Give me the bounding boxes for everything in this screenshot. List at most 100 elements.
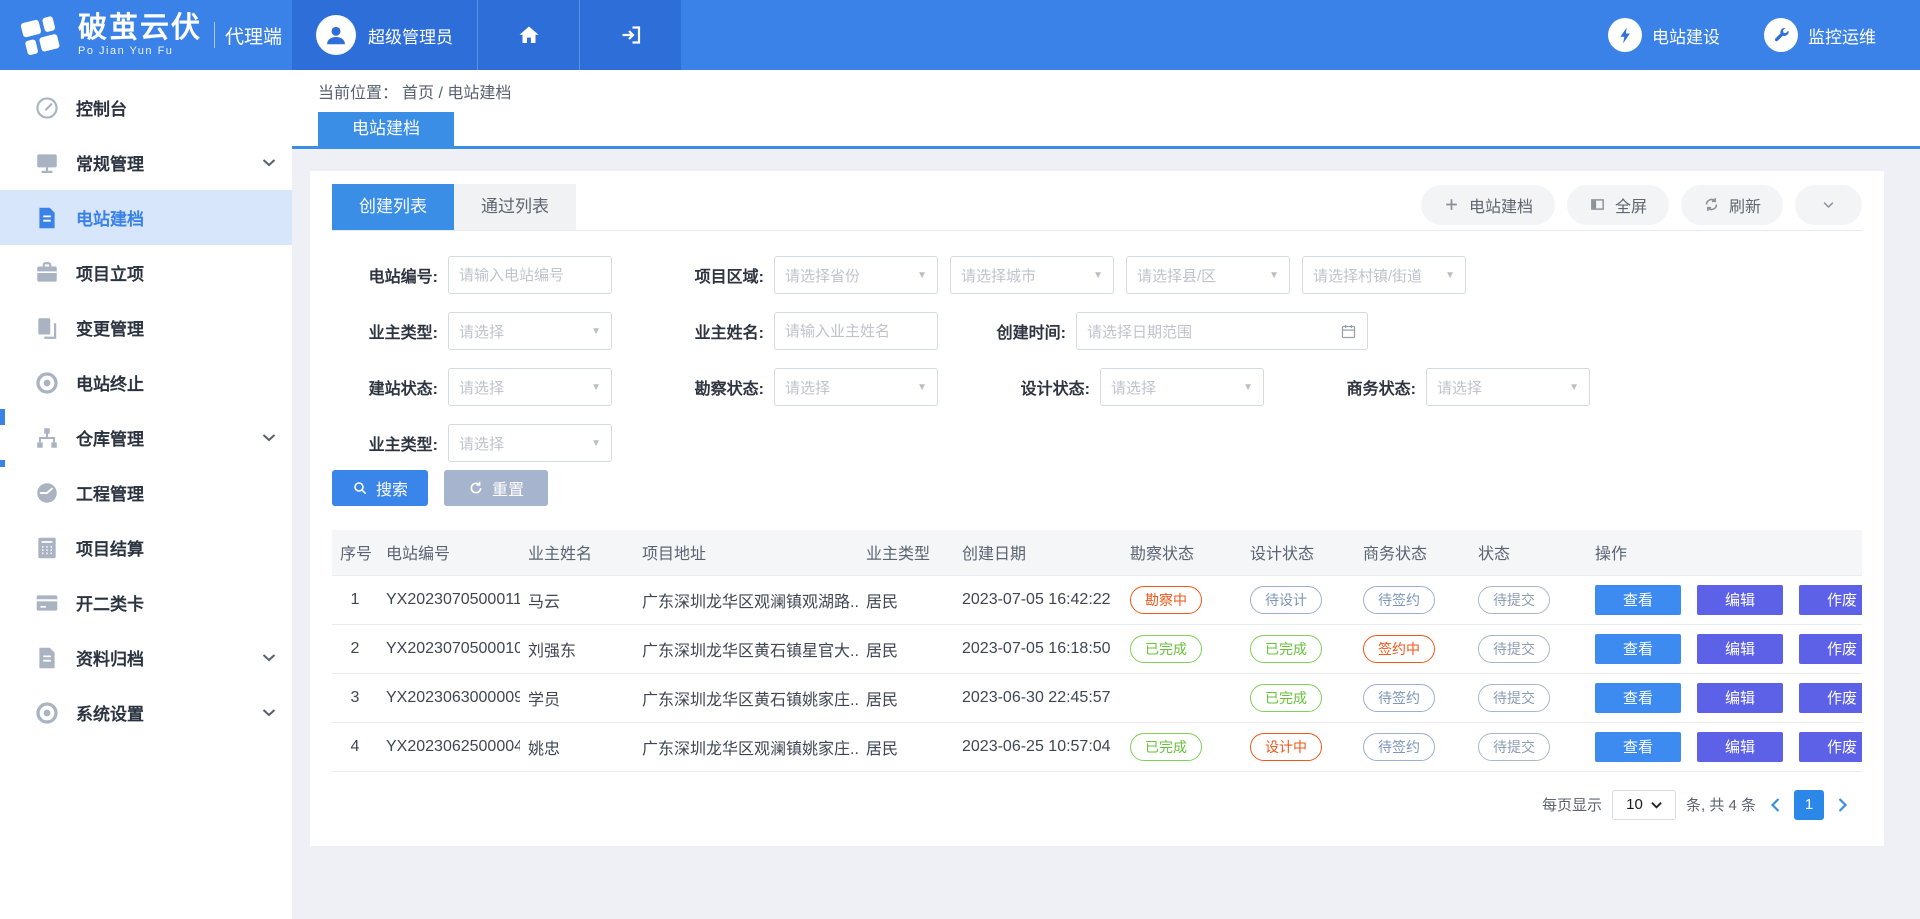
filter-row-2: 业主类型: 请选择▼ 业主姓名: 创建时间: 请选择日期范围 — [332, 312, 1862, 350]
caret-down-icon: ▼ — [1093, 270, 1103, 281]
create-station-button[interactable]: 电站建档 — [1421, 185, 1555, 225]
logo-text: 破茧云伏 Po Jian Yun Fu — [78, 13, 202, 57]
date-range-input[interactable]: 请选择日期范围 — [1076, 312, 1368, 350]
card-icon — [34, 590, 60, 616]
sidebar-item-change-management[interactable]: 变更管理 — [0, 300, 292, 355]
business-status-select[interactable]: 请选择▼ — [1426, 368, 1590, 406]
next-page-button[interactable] — [1837, 797, 1849, 813]
column-header: 勘察状态 — [1122, 530, 1242, 575]
page-tab-station-archive[interactable]: 电站建档 — [318, 112, 454, 146]
survey-status-select[interactable]: 请选择▼ — [774, 368, 938, 406]
sidebar-item-project-initiation[interactable]: 项目立项 — [0, 245, 292, 300]
station-no-input[interactable] — [448, 256, 612, 294]
filter-row-3: 建站状态: 请选择▼ 勘察状态: 请选择▼ 设计状态: 请选择▼ — [332, 368, 1862, 406]
nav-station-construction[interactable]: 电站建设 — [1608, 18, 1720, 52]
edit-button[interactable]: 编辑 — [1697, 732, 1783, 762]
user-menu[interactable]: 超级管理员 — [292, 0, 477, 70]
edit-button[interactable]: 编辑 — [1697, 634, 1783, 664]
owner-type-select[interactable]: 请选择▼ — [448, 312, 612, 350]
prev-page-button[interactable] — [1769, 797, 1781, 813]
reset-button[interactable]: 重置 — [444, 470, 548, 506]
sidebar-item-second-class-card[interactable]: 开二类卡 — [0, 575, 292, 630]
page-size-select[interactable]: 10 — [1612, 790, 1676, 820]
create-time-label: 创建时间: — [974, 319, 1066, 343]
tab-create-list[interactable]: 创建列表 — [332, 184, 454, 230]
sidebar-item-data-archive[interactable]: 资料归档 — [0, 630, 292, 685]
province-select[interactable]: 请选择省份▼ — [774, 256, 938, 294]
sidebar-item-warehouse-management[interactable]: 仓库管理 — [0, 410, 292, 465]
view-button[interactable]: 查看 — [1595, 683, 1681, 713]
per-page-label: 每页显示 — [1542, 794, 1602, 815]
breadcrumb-path[interactable]: 首页 / 电站建档 — [402, 79, 511, 103]
edit-button[interactable]: 编辑 — [1697, 585, 1783, 615]
county-select[interactable]: 请选择县/区▼ — [1126, 256, 1290, 294]
fullscreen-button[interactable]: 全屏 — [1567, 185, 1669, 225]
build-status-select[interactable]: 请选择▼ — [448, 368, 612, 406]
sidebar-item-console[interactable]: 控制台 — [0, 80, 292, 135]
sidebar-item-station-archive[interactable]: 电站建档 — [0, 190, 292, 245]
cell-owner-type: 居民 — [858, 624, 954, 673]
void-button[interactable]: 作废 — [1799, 585, 1862, 615]
void-button[interactable]: 作废 — [1799, 683, 1862, 713]
status-badge: 待提交 — [1478, 635, 1550, 663]
cell-station-code: YX2023070500010 — [378, 624, 520, 673]
void-button[interactable]: 作废 — [1799, 732, 1862, 762]
cell-business-status: 签约中 — [1355, 624, 1470, 673]
sidebar-item-station-termination[interactable]: 电站终止 — [0, 355, 292, 410]
tab-passed-list[interactable]: 通过列表 — [454, 184, 576, 230]
sidebar-item-label: 电站终止 — [76, 370, 276, 395]
lightning-icon — [1608, 18, 1642, 52]
home-button[interactable] — [477, 0, 579, 70]
view-button[interactable]: 查看 — [1595, 585, 1681, 615]
cell-design-status: 已完成 — [1242, 624, 1355, 673]
person-icon — [323, 22, 349, 48]
nav-label: 电站建设 — [1652, 23, 1720, 48]
city-select[interactable]: 请选择城市▼ — [950, 256, 1114, 294]
view-button[interactable]: 查看 — [1595, 634, 1681, 664]
station-no-label: 电站编号: — [332, 263, 438, 287]
current-page-button[interactable]: 1 — [1794, 790, 1824, 820]
sidebar-item-label: 常规管理 — [76, 150, 262, 175]
filter-row-1: 电站编号: 项目区域: 请选择省份▼ 请选择城市▼ 请选择县/区▼ 请选择村镇/… — [332, 256, 1862, 294]
design-status-select[interactable]: 请选择▼ — [1100, 368, 1264, 406]
cell-actions: 查看编辑作废 — [1587, 575, 1862, 624]
chevron-down-icon — [262, 433, 276, 442]
owner-type2-select[interactable]: 请选择▼ — [448, 424, 612, 462]
sidebar-item-engineering-management[interactable]: 工程管理 — [0, 465, 292, 520]
cell-owner-name: 姚忠 — [520, 722, 634, 771]
cell-index: 3 — [332, 673, 378, 722]
cell-survey-status: 已完成 — [1122, 624, 1242, 673]
status-badge: 已完成 — [1130, 635, 1202, 663]
search-button[interactable]: 搜索 — [332, 470, 428, 506]
chevron-down-icon — [262, 158, 276, 167]
app-window: 破茧云伏 Po Jian Yun Fu 代理端 超级管理员 电站建设 — [0, 0, 1920, 919]
topbar-spacer — [681, 0, 1608, 70]
owner-type-label: 业主类型: — [332, 319, 438, 343]
collapse-toolbar-button[interactable] — [1795, 185, 1862, 225]
sidebar-item-general-management[interactable]: 常规管理 — [0, 135, 292, 190]
column-header: 业主类型 — [858, 530, 954, 575]
chevron-down-icon — [1821, 197, 1836, 212]
user-name: 超级管理员 — [368, 23, 453, 48]
document-icon — [34, 205, 60, 231]
sidebar-item-system-settings[interactable]: 系统设置 — [0, 685, 292, 740]
void-button[interactable]: 作废 — [1799, 634, 1862, 664]
table-row: 1YX2023070500011马云广东深圳龙华区观澜镇观湖路...居民2023… — [332, 575, 1862, 624]
status-badge: 待设计 — [1250, 586, 1322, 614]
chevron-down-icon — [262, 653, 276, 662]
nav-label: 监控运维 — [1808, 23, 1876, 48]
sidebar-item-project-settlement[interactable]: 项目结算 — [0, 520, 292, 575]
chevron-down-icon — [1651, 801, 1662, 809]
refresh-icon — [1703, 196, 1720, 213]
nav-monitoring-ops[interactable]: 监控运维 — [1764, 18, 1876, 52]
cell-design-status: 已完成 — [1242, 673, 1355, 722]
main-area: 当前位置： 首页 / 电站建档 电站建档 创建列表 通过列表 — [292, 70, 1920, 919]
edit-button[interactable]: 编辑 — [1697, 683, 1783, 713]
avatar — [316, 15, 356, 55]
view-button[interactable]: 查看 — [1595, 732, 1681, 762]
town-select[interactable]: 请选择村镇/街道▼ — [1302, 256, 1466, 294]
refresh-button[interactable]: 刷新 — [1681, 185, 1783, 225]
owner-name-input[interactable] — [774, 312, 938, 350]
wrench-icon — [1764, 18, 1798, 52]
logout-button[interactable] — [579, 0, 681, 70]
